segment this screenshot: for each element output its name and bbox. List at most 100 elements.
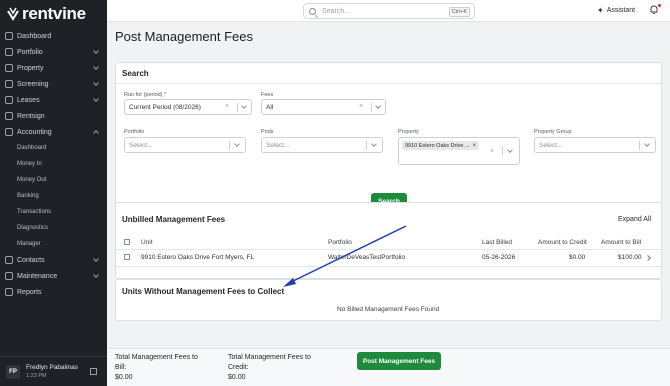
run-for-value: Current Period (08/2026) (129, 104, 201, 111)
chevron-down-icon (644, 141, 650, 147)
chevron-down-icon (507, 147, 513, 153)
building-icon (5, 64, 13, 72)
portfolio-label: Portfolio (124, 129, 145, 135)
fees-label: Fees (261, 92, 274, 98)
column-header-last-billed[interactable]: Last Billed (482, 239, 512, 246)
brand-name: rentvine (22, 4, 86, 23)
sidebar-subitem-diagnostics[interactable]: Diagnostics (0, 220, 107, 236)
filter-icon (5, 80, 13, 88)
chevron-right-icon[interactable] (645, 255, 651, 261)
user-time: 1:23 PM (26, 373, 47, 379)
column-header-portfolio[interactable]: Portfolio (328, 239, 352, 246)
sidebar-item-rentsign[interactable]: Rentsign (0, 108, 107, 124)
row-checkbox[interactable] (124, 254, 130, 260)
total-bill-value: $0.00 (115, 374, 133, 381)
top-bar: Search... Ctrl+K ✦ Assistant (107, 0, 670, 22)
post-management-fees-button[interactable]: Post Management Fees (357, 352, 441, 370)
total-credit-value: $0.00 (228, 374, 246, 381)
column-header-amount-to-credit[interactable]: Amount to Credit (538, 239, 587, 246)
user-info: Fredlyn Pabalinas 1:23 PM (26, 364, 78, 379)
property-select[interactable]: 9910 Estero Oaks Drive ... × × (398, 137, 520, 165)
divider (366, 141, 367, 150)
sidebar-subitem-manager[interactable]: Manager (0, 236, 107, 252)
select-all-checkbox[interactable] (124, 239, 130, 245)
chevron-up-icon (93, 130, 99, 136)
rentvine-logo-icon (7, 7, 19, 21)
property-chip[interactable]: 9910 Estero Oaks Drive ... × (402, 141, 480, 150)
sidebar-item-portfolio[interactable]: Portfolio (0, 44, 107, 60)
sidebar-item-accounting[interactable]: Accounting (0, 124, 107, 140)
sidebar-item-label: Screening (17, 80, 49, 88)
contacts-icon (5, 256, 13, 264)
logout-icon[interactable] (90, 368, 97, 375)
portfolio-placeholder: Select... (129, 142, 153, 149)
search-card-title: Search (122, 69, 149, 78)
grid-icon (5, 32, 13, 40)
chevron-down-icon (234, 141, 240, 147)
total-bill: Total Management Fees to Bill: $0.00 (115, 353, 198, 383)
sparkle-icon: ✦ (597, 6, 604, 15)
remove-chip-icon[interactable]: × (473, 143, 477, 149)
empty-state-message: No Billed Management Fees Found (337, 306, 440, 313)
sidebar-subitem-money-out[interactable]: Money Out (0, 172, 107, 188)
sidebar-item-maintenance[interactable]: Maintenance (0, 268, 107, 284)
page-title: Post Management Fees (115, 29, 254, 44)
lease-icon (5, 96, 13, 104)
property-label: Property (398, 129, 419, 135)
divider (639, 141, 640, 150)
sidebar-item-leases[interactable]: Leases (0, 92, 107, 108)
chevron-down-icon (93, 48, 99, 54)
sidebar-subitem-money-in[interactable]: Money In (0, 156, 107, 172)
amount-to-bill-cell: $100.00 (618, 254, 642, 261)
sidebar-item-screening[interactable]: Screening (0, 76, 107, 92)
pen-icon (5, 112, 13, 120)
sidebar-item-label: Property (17, 64, 44, 72)
sidebar: rentvine Dashboard Portfolio Property Sc… (0, 0, 107, 386)
sidebar-subitem-transactions[interactable]: Transactions (0, 204, 107, 220)
sidebar-item-contacts[interactable]: Contacts (0, 252, 107, 268)
chevron-down-icon (375, 103, 381, 109)
property-group-label: Property Group (534, 129, 572, 135)
clear-icon[interactable]: × (490, 148, 494, 155)
column-header-amount-to-bill[interactable]: Amount to Bill (601, 239, 641, 246)
totals-footer: Total Management Fees to Bill: $0.00 Tot… (107, 348, 670, 386)
column-header-unit[interactable]: Unit (141, 239, 153, 246)
clear-icon[interactable]: × (225, 103, 229, 110)
user-profile[interactable]: FP Fredlyn Pabalinas 1:23 PM (0, 356, 107, 386)
property-group-select[interactable]: Select... (534, 137, 656, 153)
sidebar-item-property[interactable]: Property (0, 60, 107, 76)
divider (116, 266, 663, 267)
divider (229, 141, 230, 150)
units-without-fees-title: Units Without Management Fees to Collect (122, 287, 285, 296)
sidebar-item-reports[interactable]: Reports (0, 284, 107, 300)
assistant-button[interactable]: ✦ Assistant (597, 6, 635, 15)
sidebar-nav: Dashboard Portfolio Property Screening L… (0, 28, 107, 300)
total-credit: Total Management Fees to Credit: $0.00 (228, 353, 311, 383)
sidebar-item-label: Dashboard (17, 32, 52, 40)
wrench-icon (5, 272, 13, 280)
pods-select[interactable]: Select... (261, 137, 383, 153)
total-credit-label-line1: Total Management Fees to (228, 354, 311, 361)
folder-icon (5, 48, 13, 56)
chevron-down-icon (241, 103, 247, 109)
clear-icon[interactable]: × (359, 103, 363, 110)
divider (116, 249, 663, 250)
fees-value: All (266, 104, 274, 111)
sidebar-subitem-banking[interactable]: Banking (0, 188, 107, 204)
sidebar-item-dashboard[interactable]: Dashboard (0, 28, 107, 44)
property-chip-label: 9910 Estero Oaks Drive ... (405, 142, 470, 149)
bell-icon[interactable] (650, 5, 658, 15)
search-icon (309, 7, 316, 15)
global-search-input[interactable]: Search... Ctrl+K (303, 3, 475, 19)
chevron-down-icon (93, 64, 99, 70)
run-for-select[interactable]: Current Period (08/2026) × (124, 99, 252, 115)
fees-select[interactable]: All × (261, 99, 386, 115)
sidebar-subitem-dashboard[interactable]: Dashboard (0, 140, 107, 156)
divider (116, 83, 663, 84)
expand-all-link[interactable]: Expand All (618, 216, 651, 223)
notification-dot (658, 4, 661, 7)
user-name: Fredlyn Pabalinas (26, 364, 79, 371)
brand-logo[interactable]: rentvine (7, 4, 86, 23)
portfolio-select[interactable]: Select... (124, 137, 246, 153)
sidebar-item-label: Leases (17, 96, 40, 104)
